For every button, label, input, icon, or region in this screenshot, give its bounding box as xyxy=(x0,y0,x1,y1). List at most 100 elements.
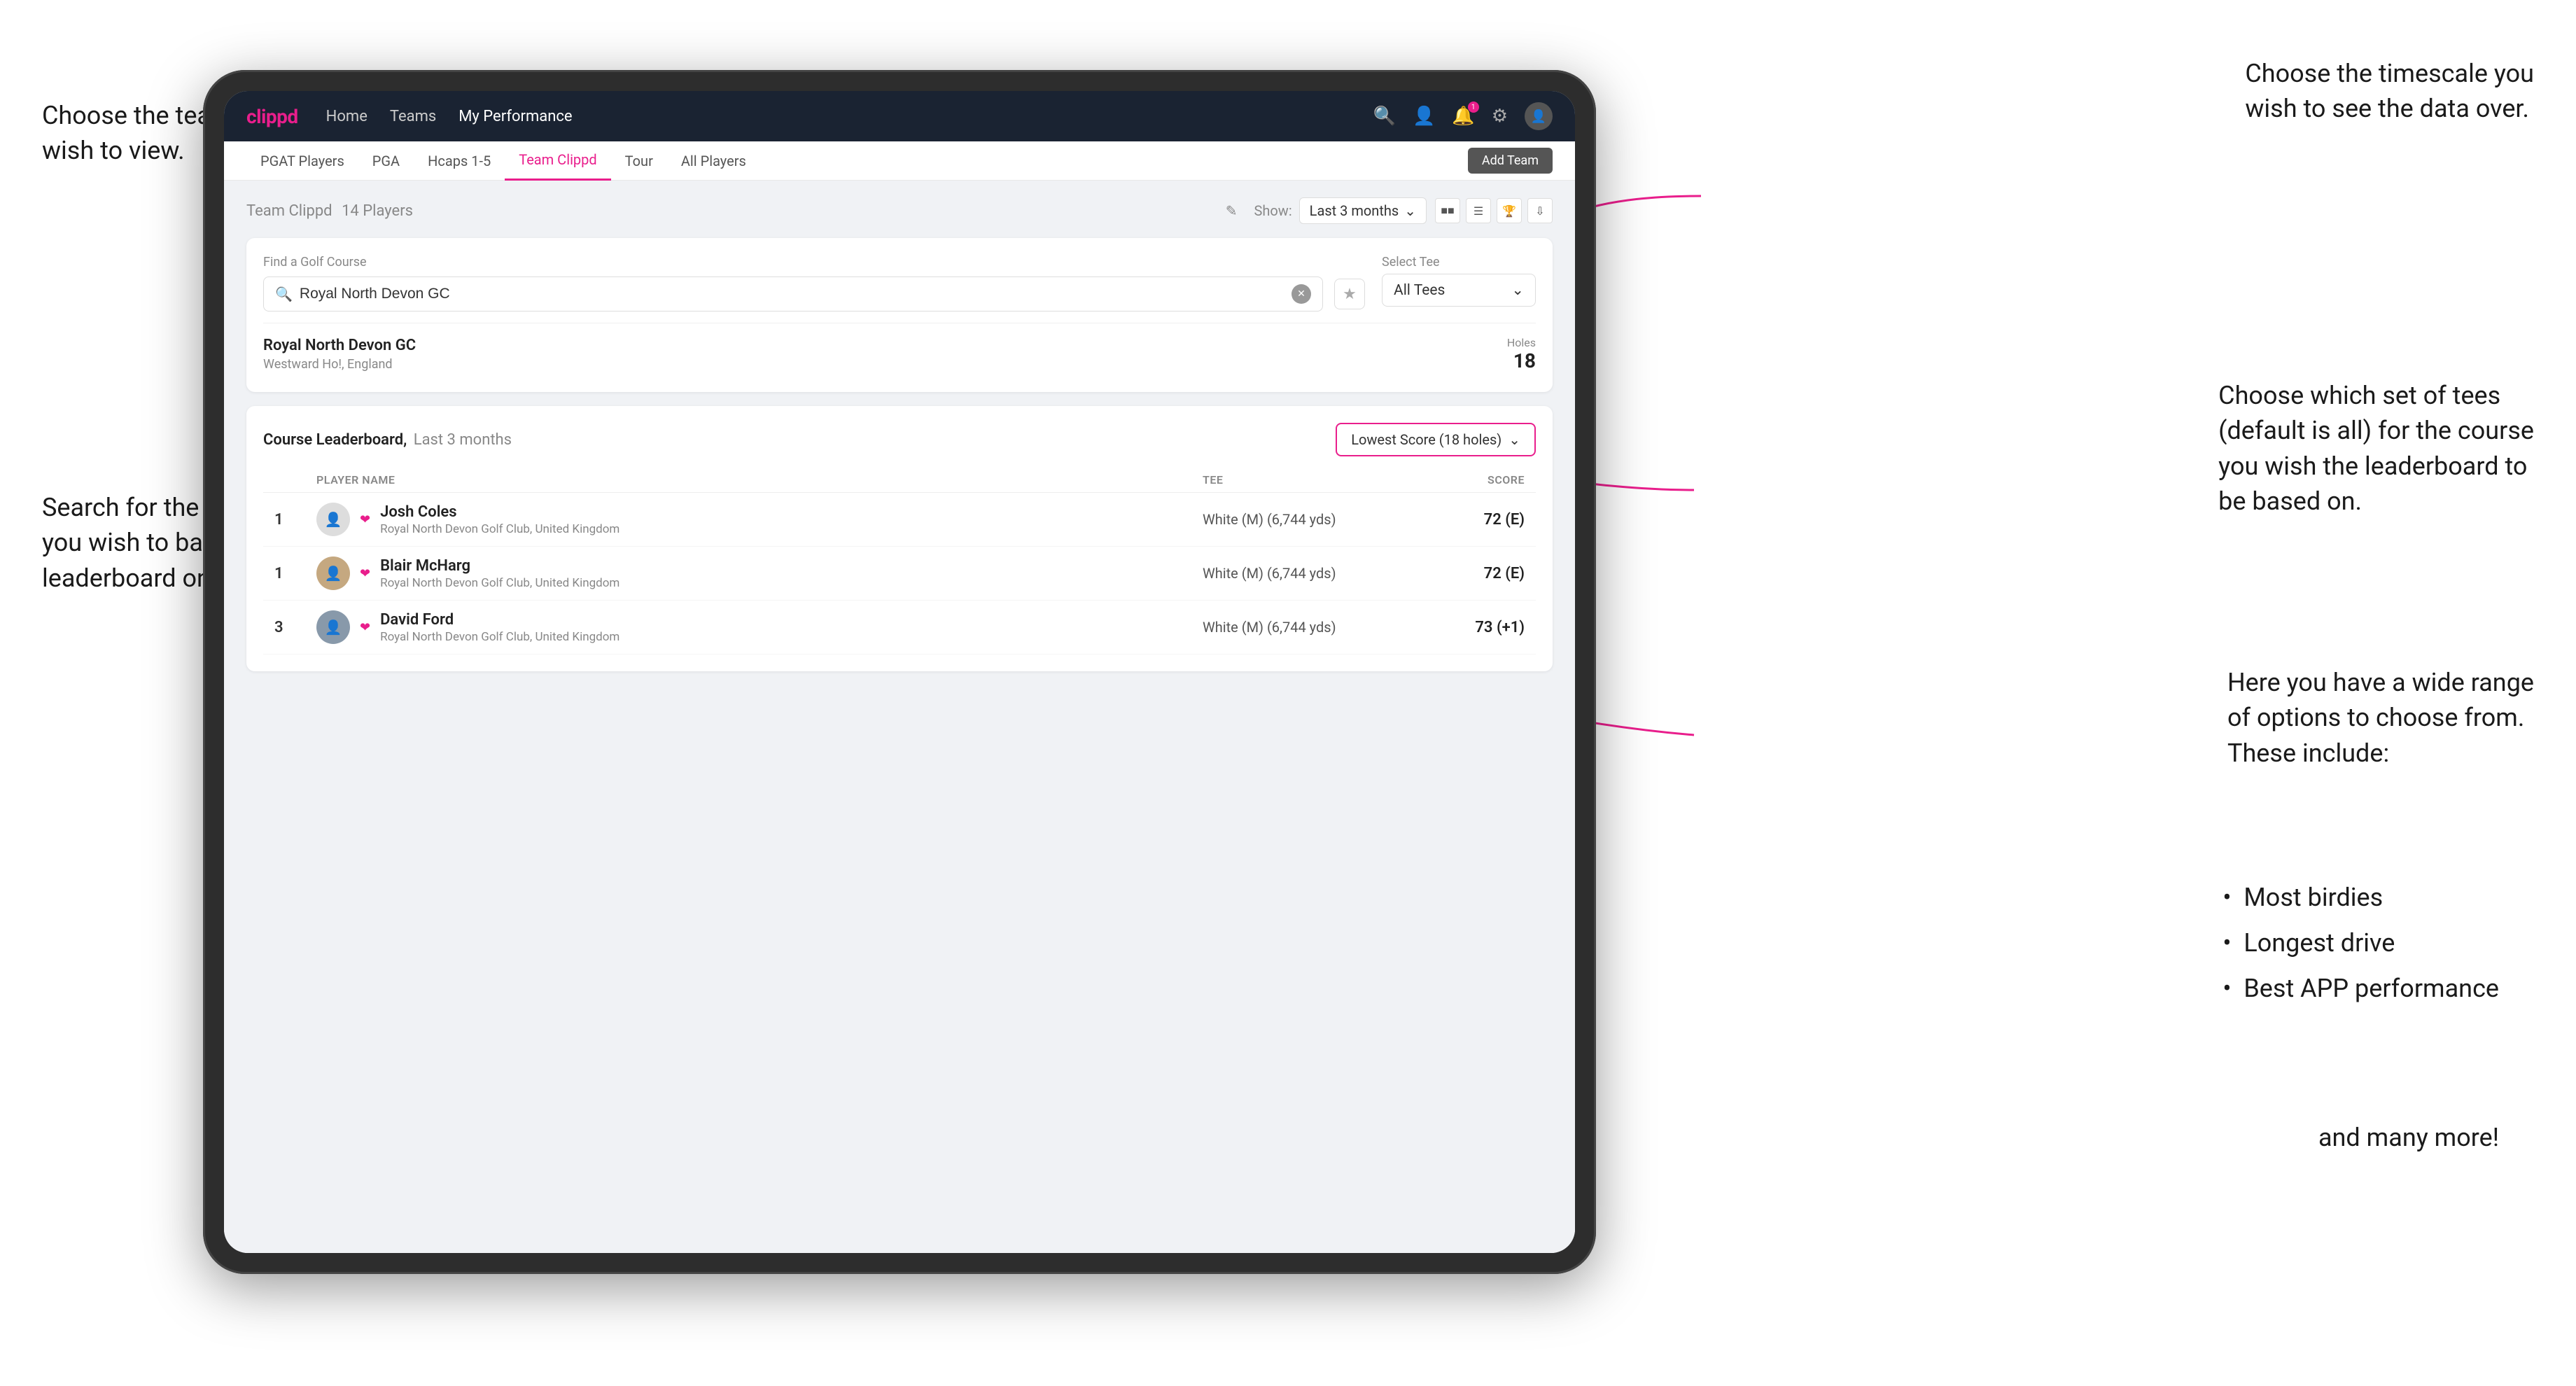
tee-dropdown[interactable]: All Tees ⌄ xyxy=(1382,274,1536,307)
nav-links: Home Teams My Performance xyxy=(326,108,1345,125)
table-row: 3 👤 ❤ David Ford Royal North Devon Golf … xyxy=(263,601,1536,654)
holes-label: Holes xyxy=(1507,336,1536,349)
course-result: Royal North Devon GC Westward Ho!, Engla… xyxy=(263,323,1536,375)
sub-nav-team-clippd[interactable]: Team Clippd xyxy=(505,141,610,181)
course-search-card: Find a Golf Course 🔍 ✕ ★ Select Tee xyxy=(246,238,1553,392)
holes-value: 18 xyxy=(1507,349,1536,372)
player-avatar-3: 👤 xyxy=(316,610,350,644)
score-cell-2: 72 (E) xyxy=(1399,565,1525,582)
player-name-2: Blair McHarg xyxy=(380,557,620,575)
search-input-wrapper: 🔍 ✕ xyxy=(263,276,1323,312)
player-club-1: Royal North Devon Golf Club, United King… xyxy=(380,522,620,536)
notification-badge: 1 xyxy=(1468,102,1479,113)
leaderboard-card: Course Leaderboard, Last 3 months Lowest… xyxy=(246,406,1553,671)
sub-nav-all-players[interactable]: All Players xyxy=(667,141,760,181)
add-team-button[interactable]: Add Team xyxy=(1468,148,1553,174)
col-rank xyxy=(274,473,316,486)
annotation-right-score: Here you have a wide range of options to… xyxy=(2227,665,2534,771)
tee-cell-3: White (M) (6,744 yds) xyxy=(1203,619,1399,636)
tee-chevron-icon: ⌄ xyxy=(1511,281,1524,299)
nav-icons: 🔍 👤 🔔 1 ⚙ 👤 xyxy=(1373,102,1553,130)
course-location: Westward Ho!, England xyxy=(263,357,416,372)
course-search-input[interactable] xyxy=(300,286,1284,302)
main-content: Team Clippd 14 Players ✎ Show: Last 3 mo… xyxy=(224,181,1575,1253)
sub-nav-pga[interactable]: PGA xyxy=(358,141,414,181)
rank-3: 3 xyxy=(274,619,316,636)
bullet-item-3: Best APP performance xyxy=(2216,966,2499,1011)
view-icons: ■■ ☰ 🏆 ⇩ xyxy=(1435,198,1553,223)
player-club-3: Royal North Devon Golf Club, United King… xyxy=(380,630,620,644)
course-info: Royal North Devon GC Westward Ho!, Engla… xyxy=(263,337,416,372)
player-cell-3: 👤 ❤ David Ford Royal North Devon Golf Cl… xyxy=(316,610,1203,644)
trophy-view-btn[interactable]: 🏆 xyxy=(1497,198,1522,223)
bullet-item-1: Most birdies xyxy=(2216,875,2499,920)
search-row: 🔍 ✕ ★ xyxy=(263,276,1365,312)
player-info-2: Blair McHarg Royal North Devon Golf Club… xyxy=(380,557,620,590)
team-title: Team Clippd 14 Players xyxy=(246,202,1219,220)
sub-navbar: PGAT Players PGA Hcaps 1-5 Team Clippd T… xyxy=(224,141,1575,181)
player-name-1: Josh Coles xyxy=(380,503,620,521)
favorite-btn[interactable]: ★ xyxy=(1334,279,1365,309)
score-cell-3: 73 (+1) xyxy=(1399,619,1525,636)
team-header: Team Clippd 14 Players ✎ Show: Last 3 mo… xyxy=(246,197,1553,224)
course-name: Royal North Devon GC xyxy=(263,337,416,354)
score-type-dropdown[interactable]: Lowest Score (18 holes) ⌄ xyxy=(1336,423,1536,456)
settings-icon-btn[interactable]: ⚙ xyxy=(1492,106,1508,127)
search-icon: 🔍 xyxy=(275,286,293,302)
table-row: 1 👤 ❤ Josh Coles Royal North Devon Golf … xyxy=(263,493,1536,547)
grid-view-btn[interactable]: ■■ xyxy=(1435,198,1460,223)
tee-section: Select Tee All Tees ⌄ xyxy=(1382,255,1536,307)
col-player-name: PLAYER NAME xyxy=(316,473,1203,486)
nav-link-my-performance[interactable]: My Performance xyxy=(458,108,572,125)
chevron-down-icon: ⌄ xyxy=(1404,202,1416,219)
edit-icon[interactable]: ✎ xyxy=(1226,202,1238,219)
score-chevron-icon: ⌄ xyxy=(1508,431,1520,448)
leaderboard-title: Course Leaderboard, Last 3 months xyxy=(263,431,512,449)
bell-icon-btn[interactable]: 🔔 1 xyxy=(1452,106,1474,127)
bullet-item-2: Longest drive xyxy=(2216,920,2499,966)
holes-badge: Holes 18 xyxy=(1507,336,1536,372)
sub-nav-pgat[interactable]: PGAT Players xyxy=(246,141,358,181)
tablet-frame: clippd Home Teams My Performance 🔍 👤 🔔 1… xyxy=(203,70,1596,1274)
leaderboard-header: Course Leaderboard, Last 3 months Lowest… xyxy=(263,423,1536,456)
player-cell-2: 👤 ❤ Blair McHarg Royal North Devon Golf … xyxy=(316,556,1203,590)
download-btn[interactable]: ⇩ xyxy=(1527,198,1553,223)
player-info-3: David Ford Royal North Devon Golf Club, … xyxy=(380,611,620,644)
player-club-2: Royal North Devon Golf Club, United King… xyxy=(380,576,620,590)
bullet-list: Most birdies Longest drive Best APP perf… xyxy=(2216,875,2499,1011)
nav-link-home[interactable]: Home xyxy=(326,108,368,125)
sub-nav-hcaps[interactable]: Hcaps 1-5 xyxy=(414,141,505,181)
search-icon-btn[interactable]: 🔍 xyxy=(1373,106,1396,127)
player-avatar-2: 👤 xyxy=(316,556,350,590)
app-navbar: clippd Home Teams My Performance 🔍 👤 🔔 1… xyxy=(224,91,1575,141)
col-tee: TEE xyxy=(1203,473,1399,486)
user-avatar[interactable]: 👤 xyxy=(1525,102,1553,130)
annotation-right-tee: Choose which set of tees (default is all… xyxy=(2218,378,2534,519)
app-logo: clippd xyxy=(246,105,298,128)
player-avatar-1: 👤 xyxy=(316,503,350,536)
col-score: SCORE xyxy=(1399,473,1525,486)
tablet-screen: clippd Home Teams My Performance 🔍 👤 🔔 1… xyxy=(224,91,1575,1253)
player-cell-1: 👤 ❤ Josh Coles Royal North Devon Golf Cl… xyxy=(316,503,1203,536)
annotation-and-more: and many more! xyxy=(2318,1120,2499,1155)
clear-search-btn[interactable]: ✕ xyxy=(1292,284,1311,304)
find-course-label: Find a Golf Course xyxy=(263,255,1365,270)
user-icon-btn[interactable]: 👤 xyxy=(1413,106,1435,127)
tee-cell-2: White (M) (6,744 yds) xyxy=(1203,565,1399,582)
table-row: 1 👤 ❤ Blair McHarg Royal North Devon Gol… xyxy=(263,547,1536,601)
tee-cell-1: White (M) (6,744 yds) xyxy=(1203,511,1399,528)
show-dropdown[interactable]: Last 3 months ⌄ xyxy=(1299,197,1427,224)
rank-2: 1 xyxy=(274,565,316,582)
heart-icon-2: ❤ xyxy=(360,566,370,581)
score-cell-1: 72 (E) xyxy=(1399,511,1525,528)
player-name-3: David Ford xyxy=(380,611,620,629)
nav-link-teams[interactable]: Teams xyxy=(390,108,436,125)
rank-1: 1 xyxy=(274,511,316,528)
heart-icon-1: ❤ xyxy=(360,512,370,527)
show-label: Show: xyxy=(1254,202,1292,219)
annotation-top-right: Choose the timescale you wish to see the… xyxy=(2245,56,2534,127)
player-info-1: Josh Coles Royal North Devon Golf Club, … xyxy=(380,503,620,536)
list-view-btn[interactable]: ☰ xyxy=(1466,198,1491,223)
table-header: PLAYER NAME TEE SCORE xyxy=(263,468,1536,493)
sub-nav-tour[interactable]: Tour xyxy=(611,141,667,181)
